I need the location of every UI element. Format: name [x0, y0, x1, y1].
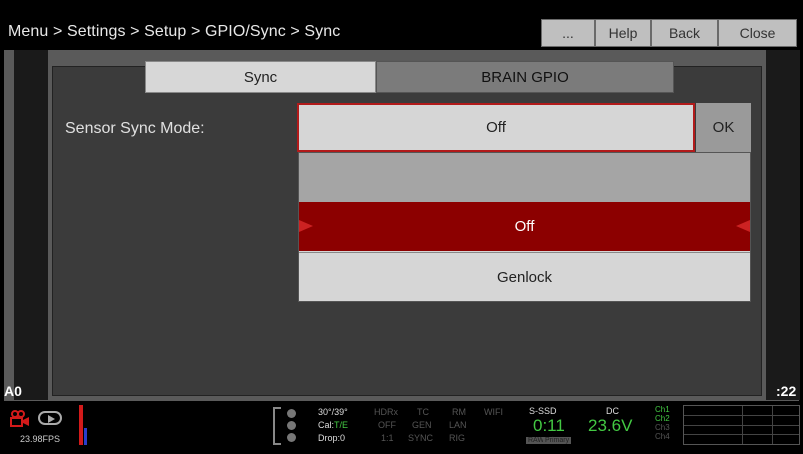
fps-readout: 23.98FPS	[20, 434, 61, 444]
sensor-sync-mode-select[interactable]: Off	[297, 103, 695, 152]
selection-left-marker-icon	[299, 220, 313, 232]
close-button[interactable]: Close	[718, 19, 797, 47]
top-buttons: ... Help Back Close	[541, 19, 797, 47]
channel-3: Ch3	[655, 423, 670, 432]
dropdown-option-label: Off	[514, 218, 535, 235]
sync-value: SYNC	[408, 433, 434, 443]
dropdown-option-off[interactable]: Off	[299, 202, 750, 251]
channel-1: Ch1	[655, 405, 670, 414]
right-edge-strip	[766, 50, 800, 400]
tab-sync[interactable]: Sync	[145, 61, 376, 93]
meter-col	[742, 406, 743, 444]
help-button[interactable]: Help	[595, 19, 651, 47]
calibration-label: Cal:	[318, 420, 335, 430]
dropdown-option-label: Genlock	[496, 268, 553, 286]
status-bracket	[273, 407, 281, 445]
audio-meter-red	[79, 405, 83, 445]
channel-2: Ch2	[655, 414, 670, 423]
calibration-readout: Cal:T/E	[318, 420, 348, 431]
edge-right-text: :22	[776, 383, 797, 399]
dropdown-blank-row	[299, 153, 750, 202]
tc-label: TC	[417, 407, 429, 417]
more-button[interactable]: ...	[541, 19, 595, 47]
audio-meter-blue	[84, 428, 87, 445]
drop-readout: Drop:0	[318, 433, 346, 443]
playback-icon[interactable]	[38, 411, 62, 425]
selection-right-marker-icon	[736, 220, 750, 232]
breadcrumb: Menu > Settings > Setup > GPIO/Sync > Sy…	[8, 23, 341, 40]
ok-button[interactable]: OK	[696, 103, 751, 152]
tab-brain-gpio[interactable]: BRAIN GPIO	[376, 61, 674, 93]
sync-mode-dropdown: Off Genlock	[298, 152, 751, 302]
meter-col	[772, 406, 773, 444]
status-dot-icon	[287, 433, 296, 442]
temperature-readout: 30°/39°	[318, 407, 348, 417]
status-dot-icon	[287, 421, 296, 430]
rm-label: RM	[452, 407, 466, 417]
ratio-value: 1:1	[381, 433, 394, 443]
sensor-sync-mode-label: Sensor Sync Mode:	[65, 120, 205, 137]
dropdown-option-genlock[interactable]: Genlock	[299, 252, 750, 301]
power-voltage: 23.6V	[588, 416, 633, 435]
calibration-value: T/E	[334, 420, 349, 430]
channel-4: Ch4	[655, 432, 670, 441]
hdrx-value: OFF	[378, 420, 396, 430]
hdrx-label: HDRx	[374, 407, 398, 417]
edge-left-text: A0	[4, 383, 22, 399]
audio-channel-meters	[683, 405, 800, 445]
back-button[interactable]: Back	[651, 19, 718, 47]
primary-badge: Primary	[543, 437, 572, 444]
camera-record-icon	[10, 410, 29, 427]
wifi-label: WIFI	[484, 407, 503, 417]
media-remaining: 0:11	[533, 416, 565, 435]
status-dot-icon	[287, 409, 296, 418]
lan-value: LAN	[449, 420, 467, 430]
left-edge-strip	[14, 50, 48, 400]
rig-value: RIG	[449, 433, 466, 443]
top-bar: Menu > Settings > Setup > GPIO/Sync > Sy…	[0, 0, 803, 52]
tc-value: GEN	[412, 420, 432, 430]
